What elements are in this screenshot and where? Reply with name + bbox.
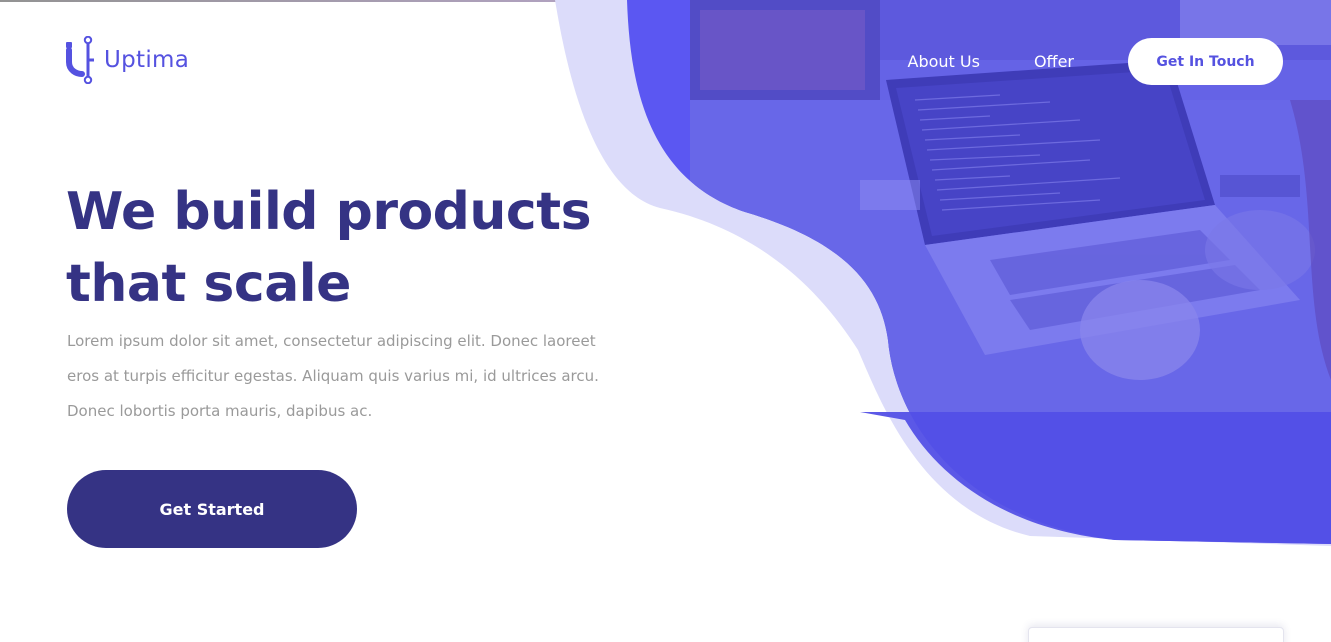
get-in-touch-button[interactable]: Get In Touch: [1128, 38, 1283, 85]
nav-link-offer[interactable]: Offer: [1034, 52, 1074, 71]
hero-headline: We build products that scale: [66, 176, 626, 320]
top-navigation: About Us Offer Get In Touch: [908, 38, 1283, 85]
brand-name: Uptima: [104, 47, 190, 73]
headline-line-2: that scale: [66, 254, 351, 314]
headline-line-1: We build products: [66, 182, 592, 242]
uptima-logo-icon: [66, 36, 94, 84]
lower-blob-band: [860, 412, 1331, 544]
brand-logo[interactable]: Uptima: [66, 36, 189, 84]
hero-description: Lorem ipsum dolor sit amet, consectetur …: [67, 332, 599, 420]
nav-link-about-us[interactable]: About Us: [908, 52, 980, 71]
feature-card-peek: [1028, 627, 1284, 642]
get-started-button[interactable]: Get Started: [67, 470, 357, 548]
landing-page: Uptima About Us Offer Get In Touch We bu…: [0, 0, 1331, 642]
